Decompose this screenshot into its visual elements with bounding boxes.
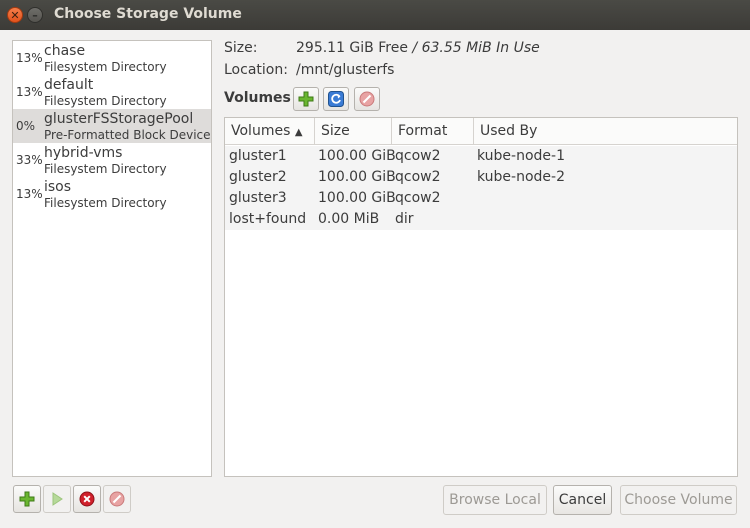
add-icon [19, 491, 35, 507]
pool-usage-percent: 0% [16, 119, 36, 133]
pool-name: default [44, 77, 94, 93]
pool-type: Filesystem Directory [44, 196, 167, 210]
start-pool-button[interactable] [43, 485, 71, 513]
refresh-volumes-button[interactable] [323, 87, 349, 111]
browse-local-button[interactable]: Browse Local [443, 485, 547, 515]
table-row[interactable]: gluster3 100.00 GiB qcow2 [225, 188, 737, 209]
volume-used-by: kube-node-1 [477, 148, 565, 164]
volume-format: qcow2 [395, 148, 441, 164]
volume-size: 100.00 GiB [318, 190, 396, 206]
play-icon [52, 492, 63, 506]
volume-format: dir [395, 211, 414, 227]
size-free: 295.11 GiB Free [296, 40, 408, 56]
column-header-used-by[interactable]: Used By [474, 118, 737, 145]
pool-item-default[interactable]: 13% default Filesystem Directory [13, 75, 211, 109]
pool-item-chase[interactable]: 13% chase Filesystem Directory [13, 41, 211, 75]
column-header-format[interactable]: Format [392, 118, 474, 145]
add-pool-button[interactable] [13, 485, 41, 513]
delete-icon [359, 91, 375, 107]
add-icon [298, 91, 314, 107]
column-header-size[interactable]: Size [315, 118, 392, 145]
pool-item-glusterfsstoragepool[interactable]: 0% glusterFSStoragePool Pre-Formatted Bl… [13, 109, 211, 143]
stop-icon [79, 491, 95, 507]
volume-size: 100.00 GiB [318, 169, 396, 185]
pool-name: hybrid-vms [44, 145, 123, 161]
volume-name: gluster3 [229, 190, 287, 206]
pool-name: isos [44, 179, 72, 195]
pool-type: Pre-Formatted Block Device [44, 128, 211, 142]
pool-usage-percent: 13% [16, 85, 43, 99]
pool-usage-percent: 13% [16, 187, 43, 201]
volume-size: 0.00 MiB [318, 211, 380, 227]
delete-icon [109, 491, 125, 507]
volumes-table[interactable]: Volumes ▲ Size Format Used By gluster1 1… [224, 117, 738, 477]
location-label: Location: [224, 62, 288, 78]
volume-size: 100.00 GiB [318, 148, 396, 164]
pool-name: glusterFSStoragePool [44, 111, 194, 127]
delete-pool-button[interactable] [103, 485, 131, 513]
volume-format: qcow2 [395, 190, 441, 206]
table-row[interactable]: lost+found 0.00 MiB dir [225, 209, 737, 230]
choose-volume-button[interactable]: Choose Volume [620, 485, 737, 515]
volume-name: gluster1 [229, 148, 287, 164]
volume-name: gluster2 [229, 169, 287, 185]
table-row[interactable]: gluster2 100.00 GiB qcow2 kube-node-2 [225, 167, 737, 188]
sort-ascending-icon: ▲ [294, 127, 303, 138]
cancel-button[interactable]: Cancel [553, 485, 612, 515]
pool-name: chase [44, 43, 86, 59]
pool-type: Filesystem Directory [44, 162, 167, 176]
minimize-window-icon[interactable]: – [27, 7, 43, 23]
volumes-table-header: Volumes ▲ Size Format Used By [225, 118, 737, 145]
refresh-icon [328, 91, 344, 107]
size-in-use: 63.55 MiB In Use [421, 40, 540, 56]
title-bar: ✕ – Choose Storage Volume [0, 0, 750, 30]
size-value: 295.11 GiB Free / 63.55 MiB In Use [296, 40, 540, 56]
pool-type: Filesystem Directory [44, 94, 167, 108]
pool-usage-percent: 13% [16, 51, 43, 65]
pool-usage-percent: 33% [16, 153, 43, 167]
window-title: Choose Storage Volume [54, 6, 242, 22]
table-row[interactable]: gluster1 100.00 GiB qcow2 kube-node-1 [225, 146, 737, 167]
volume-format: qcow2 [395, 169, 441, 185]
add-volume-button[interactable] [293, 87, 319, 111]
location-value: /mnt/glusterfs [296, 62, 395, 78]
size-label: Size: [224, 40, 258, 56]
delete-volume-button[interactable] [354, 87, 380, 111]
close-window-icon[interactable]: ✕ [7, 7, 23, 23]
pool-type: Filesystem Directory [44, 60, 167, 74]
column-header-volumes[interactable]: Volumes ▲ [225, 118, 315, 145]
pool-item-isos[interactable]: 13% isos Filesystem Directory [13, 177, 211, 211]
volume-name: lost+found [229, 211, 307, 227]
volumes-heading: Volumes [224, 90, 291, 106]
size-separator: / [407, 40, 422, 56]
storage-pool-list[interactable]: 13% chase Filesystem Directory 13% defau… [12, 40, 212, 477]
stop-pool-button[interactable] [73, 485, 101, 513]
pool-item-hybrid-vms[interactable]: 33% hybrid-vms Filesystem Directory [13, 143, 211, 177]
volume-used-by: kube-node-2 [477, 169, 565, 185]
